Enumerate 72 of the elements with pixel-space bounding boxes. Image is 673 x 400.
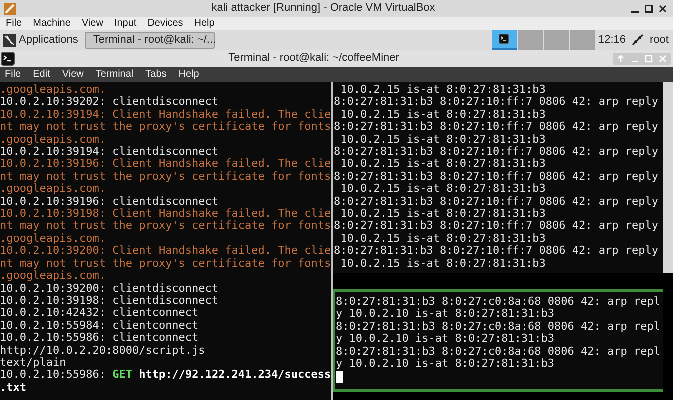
clock: 12:16 [598,32,626,48]
user-name[interactable]: root [650,32,669,48]
output-line: 8:0:27:81:31:b3 8:0:27:10:ff:7 0806 42: arp reply [334,196,659,208]
window-title: kali attacker [Running] - Oracle VM VirtualBox [210,1,436,16]
output-line: nt may not trust the proxy's certificate for fonts [0,121,331,134]
output-line: 8:0:27:81:31:b3 8:0:27:10:ff:7 0806 42: arp reply [334,96,659,109]
menu-item[interactable]: Devices [148,17,184,30]
output-line: 10.0.2.15 is-at 8:0:27:81:31:b3 [340,84,546,96]
terminal-icon [499,34,509,44]
output-line: 10.0.2.10:55986: GET http://92.122.241.234/success [0,369,331,382]
output-line: 8:0:27:81:31:b3 8:0:27:10:ff:7 0806 42: arp reply [334,220,659,233]
close-icon[interactable] [659,4,667,12]
output-line: 10.0.2.15 is-at 8:0:27:81:31:b3 [340,134,546,146]
workspace-button[interactable] [492,30,516,50]
output-line: 8:0:27:81:31:b3 8:0:27:c0:8a:68 0806 42: arp repl [336,346,661,358]
terminal-title: Terminal - root@kali: ~/coffeeMiner [228,51,400,66]
output-line: 10.0.2.10:39198: Client Handshake failed. The clie [0,208,331,220]
output-line: 10.0.2.10:39196: clientdisconnect [0,196,219,208]
output-line: .googleapis.com. [0,232,106,246]
output-line: 10.0.2.10:39202: clientdisconnect [0,96,219,109]
menu-item[interactable]: Tabs [146,67,167,82]
output-line: 8:0:27:81:31:b3 8:0:27:10:ff:7 0806 42: arp reply [334,121,659,134]
menu-item[interactable]: Help [178,67,200,82]
scrollbar[interactable] [663,82,673,273]
output-line: .googleapis.com. [0,134,106,146]
output-line: nt may not trust the proxy's certificate for fonts [0,220,331,233]
output-line: y 10.0.2.10 is-at 8:0:27:81:31:b3 [336,333,555,346]
output-line: 10.0.2.10:39200: Client Handshake failed. The clie [0,245,331,258]
output-line: .googleapis.com. [0,183,106,196]
output-line: 8:0:27:81:31:b3 8:0:27:10:ff:7 0806 42: arp reply [334,146,659,158]
output-line: nt may not trust the proxy's certificate for fonts [0,258,331,270]
output-line: 10.0.2.10:39194: clientdisconnect [0,146,219,158]
menu-item[interactable]: Help [194,17,215,30]
output-line: 10.0.2.10:55984: clientconnect [0,320,199,332]
output-line: 8:0:27:81:31:b3 8:0:27:10:ff:7 0806 42: arp reply [334,170,659,184]
output-line: nt may not trust the proxy's certificate for fonts [0,170,331,184]
maximize-icon[interactable] [645,4,653,12]
output-line: 10.0.2.15 is-at 8:0:27:81:31:b3 [340,108,546,122]
output-line: 10.0.2.10:39196: Client Handshake failed. The clie [0,158,331,171]
output-line: http://10.0.2.20:8000/script.js [0,344,206,357]
menu-item[interactable]: Edit [33,67,50,82]
output-line: .googleapis.com. [0,270,106,282]
output-line: 8:0:27:81:31:b3 8:0:27:c0:8a:68 0806 42: arp repl [336,320,661,334]
output-line: 10.0.2.10:39200: clientdisconnect [0,282,219,295]
output-line: y 10.0.2.10 is-at 8:0:27:81:31:b3 [336,308,555,321]
output-line: 10.0.2.15 is-at 8:0:27:81:31:b3 [340,208,546,220]
menu-item[interactable]: File [5,67,22,82]
app-icon [4,2,16,14]
taskbar-button[interactable]: Terminal - root@kali: ~/... [85,32,216,48]
menu-item[interactable]: Machine [33,17,71,30]
output-line: 10.0.2.15 is-at 8:0:27:81:31:b3 [340,158,546,171]
output-line: 10.0.2.10:39198: clientdisconnect [0,294,219,308]
menu-item[interactable]: Input [114,17,137,30]
output-line: .txt [0,382,26,394]
output-line: 10.0.2.15 is-at 8:0:27:81:31:b3 [340,258,546,270]
output-line: 8:0:27:81:31:b3 8:0:27:c0:8a:68 0806 42: arp repl [336,296,661,308]
output-line: 10.0.2.10:42432: clientconnect [0,307,199,320]
output-line: .googleapis.com. [0,84,106,96]
terminal-icon [1,52,15,66]
output-line: 10.0.2.10:55986: clientconnect [0,332,199,345]
applications-menu[interactable]: Applications [0,30,82,50]
menu-item[interactable]: View [82,17,104,30]
output-line: 10.0.2.15 is-at 8:0:27:81:31:b3 [340,232,546,246]
output-line: 10.0.2.10:39194: Client Handshake failed. The clie [0,108,331,122]
menu-item[interactable]: File [6,17,22,30]
menu-item[interactable]: View [62,67,84,82]
network-icon[interactable] [632,34,644,46]
output-line: y 10.0.2.10 is-at 8:0:27:81:31:b3 [336,358,555,370]
menu-item[interactable]: Terminal [96,67,134,82]
output-line: text/plain [0,356,66,370]
output-line: 10.0.2.15 is-at 8:0:27:81:31:b3 [340,183,546,196]
output-line: 8:0:27:81:31:b3 8:0:27:10:ff:7 0806 42: arp reply [334,245,659,258]
